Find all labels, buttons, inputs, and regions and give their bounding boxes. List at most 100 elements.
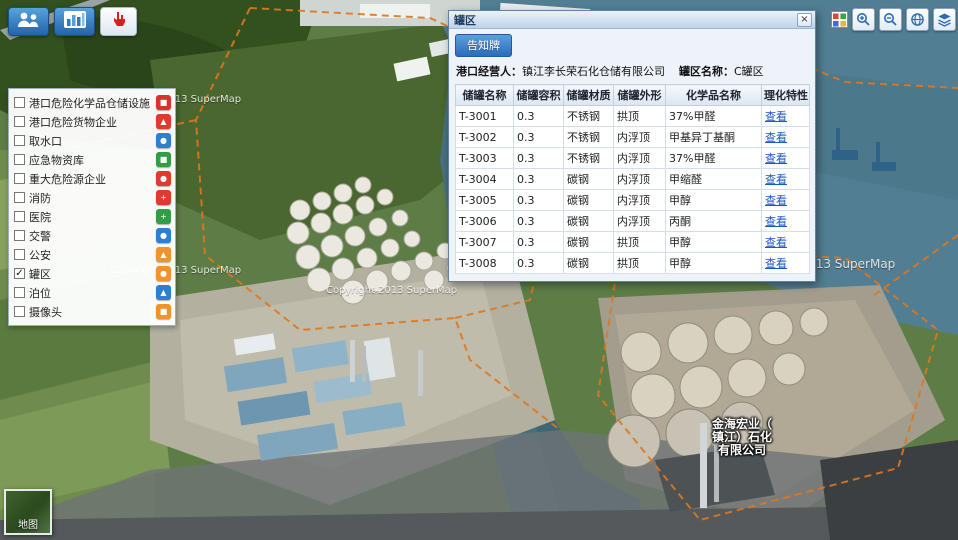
layers-icon [937, 12, 952, 27]
globe-icon [910, 12, 925, 27]
dialog-titlebar[interactable]: 罐区 × [449, 11, 815, 29]
tank-cell: 不锈钢 [564, 106, 614, 127]
select-tool-button[interactable] [100, 7, 137, 36]
zoom-out-button[interactable] [879, 8, 902, 31]
layer-item-water-intake[interactable]: 取水口● [11, 131, 173, 150]
layer-item-emergency-supplies[interactable]: 应急物资库■ [11, 150, 173, 169]
ship-icon: ▲ [156, 285, 171, 300]
layer-label: 摄像头 [29, 304, 156, 320]
view-detail-link[interactable]: 查看 [765, 194, 787, 207]
close-icon[interactable]: × [797, 13, 812, 27]
tank-cell: 碳钢 [564, 253, 614, 274]
tank-row: T-30030.3不锈钢内浮顶37%甲醛查看 [456, 148, 810, 169]
tank-row: T-30060.3碳钢内浮顶丙酮查看 [456, 211, 810, 232]
tank-cell: 查看 [762, 232, 810, 253]
tank-area-dialog: 罐区 × 告知牌 港口经营人：镇江李长荣石化仓储有限公司罐区名称：C罐区 储罐名… [448, 10, 816, 282]
zoom-in-button[interactable] [852, 8, 875, 31]
tank-table: 储罐名称储罐容积储罐材质储罐外形化学品名称理化特性 T-30010.3不锈钢拱顶… [455, 84, 810, 274]
chemical-storage-icon: ■ [156, 95, 171, 110]
tank-cell: 0.3 [514, 211, 564, 232]
minimap-toggle[interactable]: 地图 [4, 489, 52, 535]
tank-cell: 查看 [762, 148, 810, 169]
tank-row: T-30050.3碳钢内浮顶甲醇查看 [456, 190, 810, 211]
operator-value: 镇江李长荣石化仓储有限公司 [522, 65, 665, 78]
tank-row: T-30020.3不锈钢内浮顶甲基异丁基酮查看 [456, 127, 810, 148]
layer-checkbox[interactable] [14, 230, 25, 241]
view-detail-link[interactable]: 查看 [765, 215, 787, 228]
layer-checkbox[interactable] [14, 173, 25, 184]
fire-station-icon: + [156, 190, 171, 205]
tank-cell: 碳钢 [564, 211, 614, 232]
dialog-title: 罐区 [454, 12, 797, 28]
layer-label: 交警 [29, 228, 156, 244]
layer-item-major-hazard[interactable]: 重大危险源企业● [11, 169, 173, 188]
layers-button[interactable] [933, 8, 956, 31]
personnel-button[interactable] [8, 7, 49, 36]
tank-cell: 甲基异丁基酮 [666, 127, 762, 148]
view-detail-link[interactable]: 查看 [765, 173, 787, 186]
layer-checkbox[interactable] [14, 116, 25, 127]
zoom-out-icon [883, 12, 898, 27]
layer-checkbox[interactable] [14, 287, 25, 298]
statistics-button[interactable] [54, 7, 95, 36]
layer-item-traffic-police[interactable]: 交警● [11, 226, 173, 245]
layer-item-fire[interactable]: 消防+ [11, 188, 173, 207]
layer-item-public-security[interactable]: 公安▲ [11, 245, 173, 264]
tank-cell: 内浮顶 [614, 148, 666, 169]
tank-col-header: 储罐容积 [514, 85, 564, 106]
full-extent-button[interactable] [906, 8, 929, 31]
tank-row: T-30080.3碳钢拱顶甲醇查看 [456, 253, 810, 274]
area-name-label: 罐区名称： [679, 65, 734, 78]
layer-checkbox[interactable]: ✓ [14, 268, 25, 279]
layer-label: 应急物资库 [29, 152, 156, 168]
layer-checkbox[interactable] [14, 135, 25, 146]
layer-checkbox[interactable] [14, 192, 25, 203]
tank-cell: 查看 [762, 106, 810, 127]
view-detail-link[interactable]: 查看 [765, 236, 787, 249]
tank-table-head-row: 储罐名称储罐容积储罐材质储罐外形化学品名称理化特性 [456, 85, 810, 106]
tank-cell: 甲醇 [666, 190, 762, 211]
operator-label: 港口经营人： [456, 65, 522, 78]
layer-item-camera[interactable]: 摄像头■ [11, 302, 173, 321]
view-detail-link[interactable]: 查看 [765, 131, 787, 144]
layer-checkbox[interactable] [14, 249, 25, 260]
tank-area-info: 港口经营人：镇江李长荣石化仓储有限公司罐区名称：C罐区 [456, 63, 809, 79]
layer-checkbox[interactable] [14, 306, 25, 317]
tank-cell: 0.3 [514, 169, 564, 190]
tank-cell: 甲醇 [666, 253, 762, 274]
tank-cell: 不锈钢 [564, 148, 614, 169]
view-detail-link[interactable]: 查看 [765, 110, 787, 123]
tank-table-body: T-30010.3不锈钢拱顶37%甲醛查看T-30020.3不锈钢内浮顶甲基异丁… [456, 106, 810, 274]
view-detail-link[interactable]: 查看 [765, 257, 787, 270]
layer-checkbox[interactable] [14, 211, 25, 222]
layer-checkbox[interactable] [14, 97, 25, 108]
layer-item-tank-area[interactable]: ✓罐区● [11, 264, 173, 283]
map-viewport[interactable]: Copyright 2013 SuperMap Copyright 2013 S… [0, 0, 958, 540]
layer-label: 罐区 [29, 266, 156, 282]
layer-label: 重大危险源企业 [29, 171, 156, 187]
hand-pointer-icon [109, 10, 129, 34]
tank-cell: 查看 [762, 190, 810, 211]
water-drop-icon: ● [156, 133, 171, 148]
map-label-line: 有限公司 [712, 444, 772, 457]
layer-item-hospital[interactable]: 医院+ [11, 207, 173, 226]
police-shield-icon: ▲ [156, 247, 171, 262]
tank-cell: 0.3 [514, 253, 564, 274]
layer-label: 取水口 [29, 133, 156, 149]
view-detail-link[interactable]: 查看 [765, 152, 787, 165]
tank-col-header: 储罐名称 [456, 85, 514, 106]
hazard-pin-icon: ● [156, 171, 171, 186]
map-controls [831, 8, 956, 31]
notice-board-button[interactable]: 告知牌 [455, 34, 512, 57]
tank-cell: T-3008 [456, 253, 514, 274]
tank-cell: T-3002 [456, 127, 514, 148]
layer-item-hazard-cargo[interactable]: 港口危险货物企业▲ [11, 112, 173, 131]
tank-row: T-30010.3不锈钢拱顶37%甲醛查看 [456, 106, 810, 127]
layer-item-chem-storage[interactable]: 港口危险化学品仓储设施■ [11, 93, 173, 112]
layer-checkbox[interactable] [14, 154, 25, 165]
layer-item-berth[interactable]: 泊位▲ [11, 283, 173, 302]
tank-cell: 37%甲醛 [666, 106, 762, 127]
layer-label: 港口危险货物企业 [29, 114, 156, 130]
split-view-icon[interactable] [831, 11, 848, 28]
tank-cell: 碳钢 [564, 190, 614, 211]
